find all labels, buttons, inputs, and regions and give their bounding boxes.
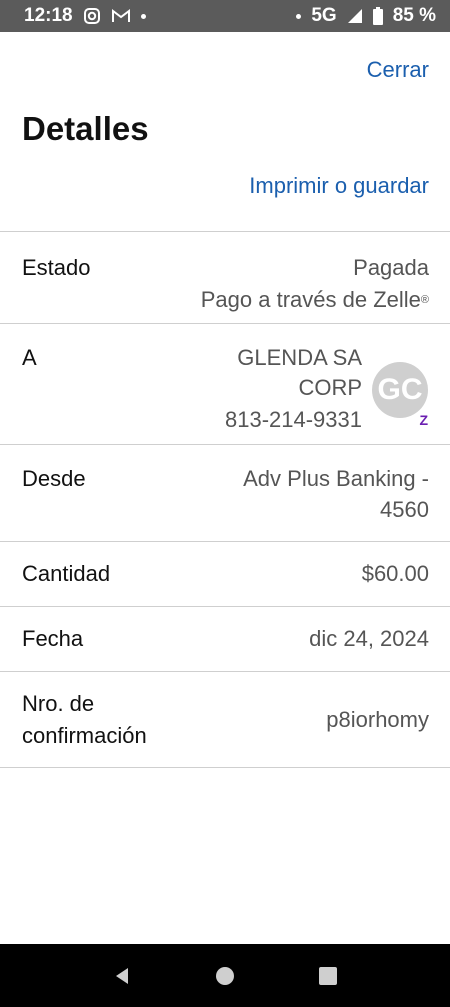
indicator-dot-icon: [296, 13, 302, 19]
network-label: 5G: [311, 5, 337, 26]
home-nav-button[interactable]: [205, 956, 245, 996]
detail-row-estado: Estado Pagada Pago a través de Zelle®: [0, 232, 450, 324]
desde-value-line2: 4560: [380, 497, 429, 522]
recipient-name-line1: GLENDA SA: [237, 345, 362, 370]
confirmacion-value: p8iorhomy: [326, 707, 429, 732]
detail-row-fecha: Fecha dic 24, 2024: [0, 607, 450, 672]
notification-dot-icon: [140, 13, 146, 19]
desde-value-line1: Adv Plus Banking -: [243, 466, 429, 491]
fecha-label: Fecha: [22, 626, 84, 651]
gmail-icon: [111, 8, 131, 24]
confirmacion-label-line1: Nro. de: [22, 691, 95, 716]
avatar-initials: GC: [377, 373, 423, 406]
recipient-name-line2: CORP: [298, 375, 362, 400]
status-right: 5G 85 %: [296, 5, 436, 27]
back-triangle-icon: [115, 967, 128, 984]
zelle-badge-icon: Z: [419, 412, 428, 428]
page-title: Detalles: [22, 110, 149, 147]
battery-icon: [372, 7, 383, 25]
registered-mark: ®: [420, 294, 429, 306]
instagram-icon: [83, 7, 101, 25]
estado-label: Estado: [22, 255, 91, 280]
recipient-phone: 813-214-9331: [224, 407, 362, 432]
home-circle-icon: [215, 966, 234, 985]
status-time: 12:18: [24, 5, 73, 26]
signal-icon: [347, 8, 363, 24]
detail-row-cantidad: Cantidad $60.00: [0, 542, 450, 607]
fecha-value: dic 24, 2024: [309, 626, 429, 651]
cantidad-value: $60.00: [361, 561, 429, 586]
back-nav-button[interactable]: [102, 956, 142, 996]
detail-row-desde: Desde Adv Plus Banking - 4560: [0, 445, 450, 542]
avatar: GC: [372, 362, 428, 418]
print-or-save-button[interactable]: Imprimir o guardar: [249, 173, 429, 199]
detail-row-confirmacion: Nro. de confirmación p8iorhomy: [0, 672, 450, 768]
status-left: 12:18: [24, 5, 146, 27]
confirmacion-label-line2: confirmación: [22, 723, 147, 748]
desde-label: Desde: [22, 466, 86, 491]
detail-row-recipient: A GLENDA SA CORP 813-214-9331 GC Z: [0, 324, 450, 445]
estado-value: Pagada: [353, 255, 429, 280]
estado-subvalue: Pago a través de Zelle®: [201, 284, 429, 316]
cantidad-label: Cantidad: [22, 561, 111, 586]
navigation-bar: [0, 944, 450, 1007]
payment-method-text: Pago a través de Zelle: [200, 287, 421, 312]
recipient-label: A: [22, 345, 37, 370]
recents-square-icon: [319, 966, 338, 985]
status-bar: 12:18 5G 85 %: [0, 0, 450, 32]
recents-nav-button[interactable]: [308, 956, 348, 996]
close-button[interactable]: Cerrar: [367, 57, 429, 83]
battery-level: 85 %: [392, 5, 436, 26]
